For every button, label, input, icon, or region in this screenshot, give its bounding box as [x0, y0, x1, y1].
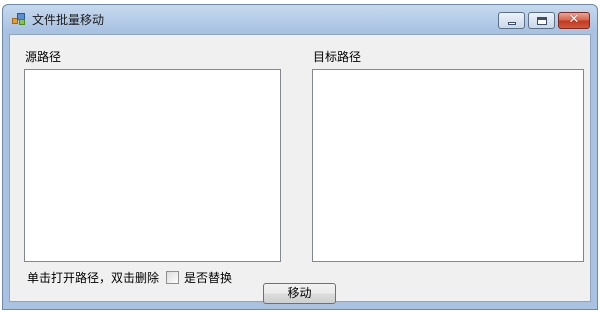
maximize-button[interactable] [528, 12, 555, 29]
minimize-button[interactable] [498, 12, 525, 29]
minimize-icon [508, 22, 516, 25]
hint-text: 单击打开路径，双击删除 [27, 271, 160, 285]
app-icon [12, 13, 26, 26]
move-button[interactable]: 移动 [263, 283, 336, 304]
maximize-icon [537, 17, 547, 25]
target-path-label: 目标路径 [313, 50, 362, 64]
app-window: 文件批量移动 ✕ 源路径 目标路径 单击打开路径，双击删除 是否替换 移动 [2, 4, 598, 310]
window-title: 文件批量移动 [32, 13, 105, 27]
replace-checkbox-label[interactable]: 是否替换 [184, 269, 232, 286]
source-path-list[interactable] [24, 69, 281, 262]
title-bar[interactable]: 文件批量移动 ✕ [3, 5, 597, 33]
client-area: 源路径 目标路径 单击打开路径，双击删除 是否替换 移动 [9, 34, 591, 304]
replace-checkbox[interactable] [166, 271, 179, 284]
close-icon: ✕ [568, 12, 580, 27]
target-path-list[interactable] [312, 69, 584, 262]
source-path-label: 源路径 [25, 50, 62, 64]
close-button[interactable]: ✕ [558, 12, 590, 29]
